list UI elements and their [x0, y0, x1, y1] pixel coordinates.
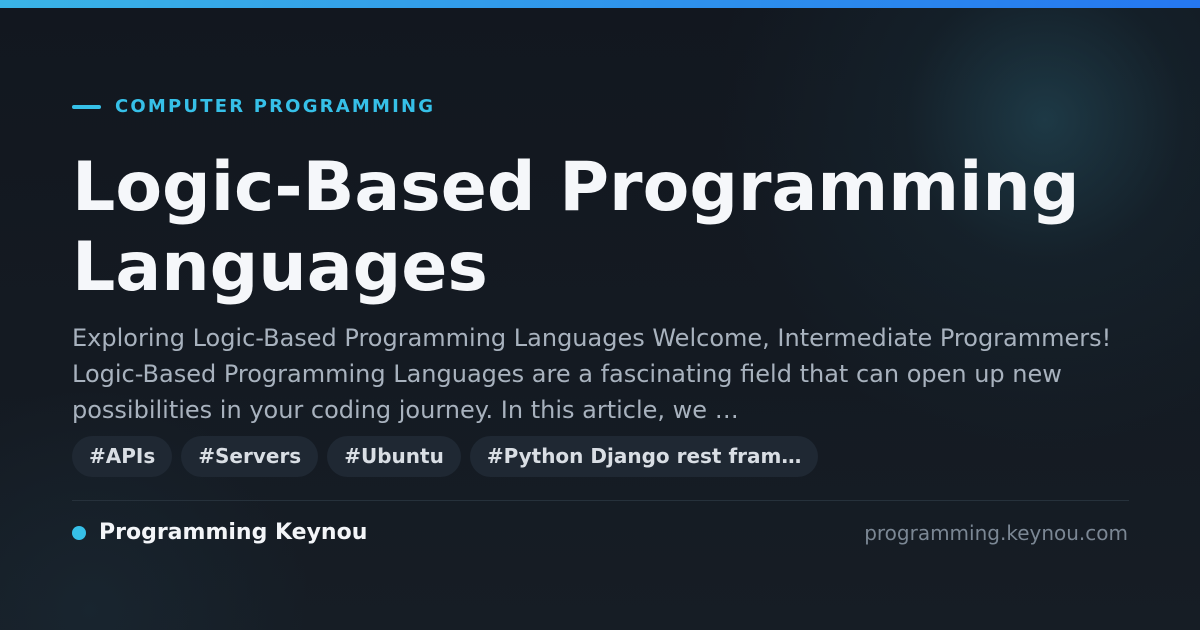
- article-title: Logic-Based Programming Languages: [72, 148, 1080, 307]
- tag-python-django: #Python Django rest fram…: [469, 436, 819, 477]
- tag-ubuntu: #Ubuntu: [327, 436, 461, 477]
- accent-line: [72, 105, 101, 109]
- article-description: Exploring Logic-Based Programming Langua…: [72, 324, 1112, 424]
- site-brand: Programming Keynou: [72, 518, 367, 548]
- footer-divider: [72, 500, 1129, 501]
- brand-dot-icon: [72, 526, 86, 540]
- tag-list: #APIs #Servers #Ubuntu #Python Django re…: [72, 436, 819, 477]
- top-accent-bar: [0, 0, 1200, 8]
- category-label: COMPUTER PROGRAMMING: [115, 96, 436, 117]
- tag-servers: #Servers: [181, 436, 319, 477]
- site-name: Programming Keynou: [99, 520, 368, 545]
- tag-apis: #APIs: [72, 436, 173, 477]
- social-card: COMPUTER PROGRAMMING Logic-Based Program…: [0, 0, 1200, 630]
- site-domain: programming.keynou.com: [864, 521, 1128, 545]
- category-eyebrow: COMPUTER PROGRAMMING: [72, 96, 435, 118]
